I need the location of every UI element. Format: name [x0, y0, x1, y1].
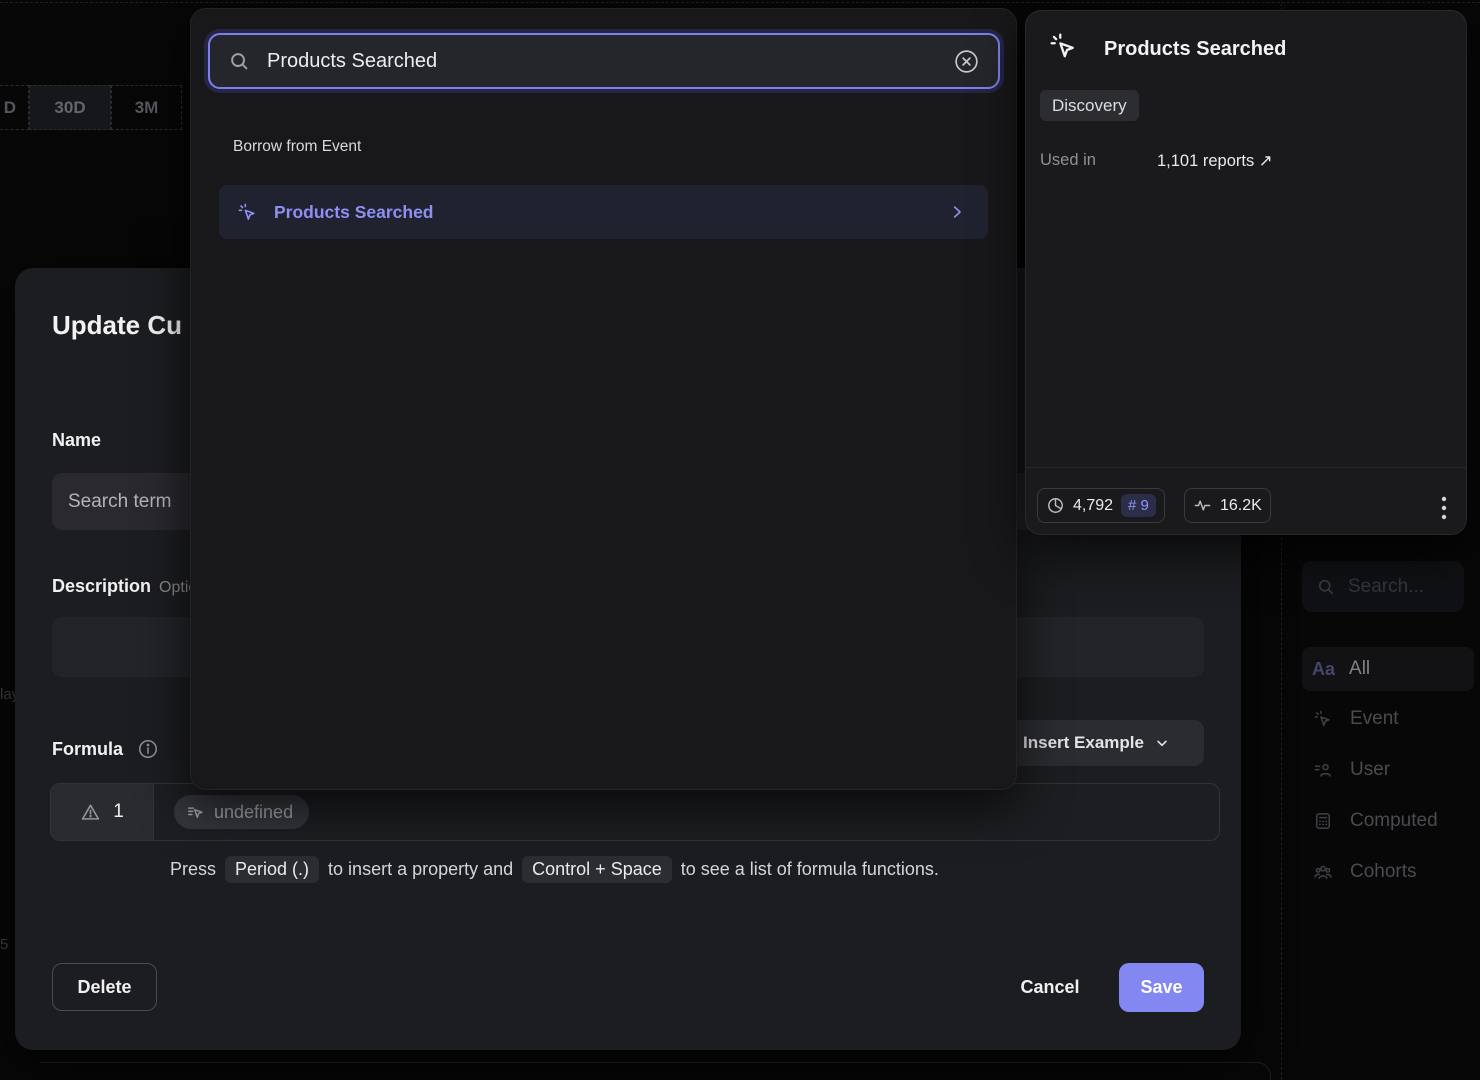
- kbd-control-space: Control + Space: [522, 856, 672, 883]
- cohorts-icon: [1312, 862, 1334, 882]
- event-title: Products Searched: [1104, 38, 1286, 61]
- time-range-3m[interactable]: 3M: [111, 85, 182, 130]
- clear-search-icon[interactable]: [953, 48, 980, 75]
- background-text-fragment: 5: [0, 936, 8, 953]
- event-icon: [1048, 31, 1079, 62]
- filter-tab-all[interactable]: Aa All: [1302, 647, 1474, 691]
- time-range-label: 3M: [135, 98, 159, 118]
- info-icon[interactable]: [137, 738, 159, 760]
- formula-hint: Press Period (.) to insert a property an…: [170, 856, 1170, 883]
- category-badge: Discovery: [1040, 90, 1139, 121]
- formula-token-undefined[interactable]: undefined: [174, 795, 309, 829]
- used-in-label: Used in: [1040, 151, 1096, 170]
- search-icon: [1316, 577, 1336, 597]
- calculator-icon: [1312, 811, 1334, 831]
- time-range-30d[interactable]: 30D: [29, 85, 111, 130]
- rank-badge: # 9: [1121, 494, 1156, 517]
- filter-label: Cohorts: [1350, 861, 1417, 883]
- borrowed-property-icon: [186, 803, 205, 822]
- chevron-down-icon: [1154, 735, 1170, 751]
- more-options-icon[interactable]: [1431, 489, 1457, 527]
- filter-tab-computed[interactable]: Computed: [1302, 799, 1474, 843]
- user-icon: [1312, 760, 1334, 780]
- text-type-icon: Aa: [1312, 659, 1335, 680]
- formula-label-row: Formula: [52, 738, 159, 760]
- delete-button[interactable]: Delete: [52, 963, 157, 1011]
- property-search-input[interactable]: [1346, 575, 1460, 599]
- unique-users-stat[interactable]: 4,792 # 9: [1037, 488, 1165, 523]
- save-button[interactable]: Save: [1119, 963, 1204, 1012]
- search-icon: [228, 50, 251, 73]
- time-range-label: 30D: [54, 98, 85, 118]
- event-details-panel: Products Searched Discovery Used in 1,10…: [1025, 10, 1467, 535]
- event-volume-stat[interactable]: 16.2K: [1184, 488, 1271, 523]
- kbd-period: Period (.): [225, 856, 319, 883]
- background-top-divider: [0, 2, 1480, 3]
- event-search-box[interactable]: [208, 33, 1000, 89]
- filter-label: User: [1350, 759, 1390, 781]
- chevron-right-icon: [948, 203, 966, 221]
- event-search-input[interactable]: [265, 49, 953, 74]
- warning-icon: [80, 802, 101, 823]
- insert-example-button[interactable]: Insert Example: [989, 720, 1204, 766]
- event-icon: [237, 202, 258, 223]
- filter-tab-event[interactable]: Event: [1302, 697, 1474, 741]
- name-label: Name: [52, 430, 101, 451]
- filter-tab-cohorts[interactable]: Cohorts: [1302, 850, 1474, 894]
- event-result-label: Products Searched: [274, 202, 434, 223]
- pulse-icon: [1193, 496, 1212, 515]
- panel-divider: [1026, 467, 1466, 468]
- formula-error-count: 1: [51, 784, 154, 840]
- cancel-button[interactable]: Cancel: [1005, 964, 1095, 1010]
- event-result-products-searched[interactable]: Products Searched: [219, 185, 988, 239]
- filter-label: Computed: [1350, 810, 1438, 832]
- pie-chart-icon: [1046, 496, 1065, 515]
- section-heading: Borrow from Event: [233, 138, 361, 156]
- app-screen: D 30D 3M lay 5 Aa All Event User Compute…: [0, 0, 1480, 1080]
- borrow-event-popup: Borrow from Event Products Searched: [190, 8, 1017, 790]
- modal-title: Update Cu: [52, 310, 182, 341]
- filter-label: Event: [1350, 708, 1399, 730]
- property-search-input-wrapper[interactable]: [1302, 561, 1464, 612]
- background-panel-edge: [40, 1062, 1271, 1080]
- event-icon: [1312, 709, 1334, 729]
- time-range-7d-partial[interactable]: D: [0, 85, 29, 130]
- filter-label: All: [1349, 658, 1370, 680]
- filter-tab-user[interactable]: User: [1302, 748, 1474, 792]
- time-range-label: D: [4, 98, 16, 118]
- formula-label: Formula: [52, 739, 123, 760]
- used-in-reports-link[interactable]: 1,101 reports ↗: [1157, 151, 1273, 171]
- formula-input[interactable]: 1 undefined: [50, 783, 1220, 841]
